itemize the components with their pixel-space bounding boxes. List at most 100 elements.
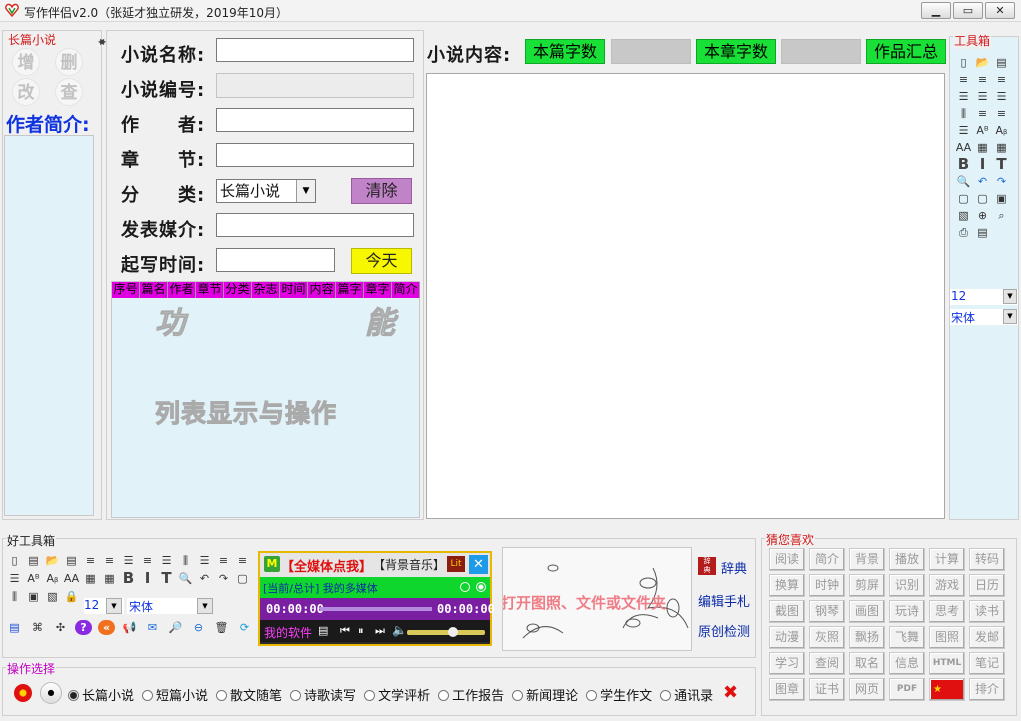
- media-input[interactable]: [216, 213, 414, 237]
- command-icon[interactable]: ⌘: [29, 620, 46, 635]
- bold-icon[interactable]: B: [120, 571, 137, 586]
- guess-item[interactable]: 查阅: [809, 652, 845, 675]
- operation-option[interactable]: 文学评析: [364, 685, 430, 704]
- guess-item[interactable]: 截图: [769, 600, 805, 623]
- text-icon[interactable]: T: [158, 571, 175, 586]
- refresh-icon[interactable]: ⟳: [236, 620, 253, 635]
- total-words-button[interactable]: 本篇字数: [525, 39, 605, 64]
- clear-button[interactable]: 清除: [351, 178, 412, 204]
- radio-icon[interactable]: [586, 690, 598, 701]
- previous-icon[interactable]: ⏮: [340, 624, 350, 638]
- new-file-icon[interactable]: ▯: [6, 553, 23, 568]
- minimize-button[interactable]: ▁: [921, 2, 951, 19]
- save-icon[interactable]: ▤: [993, 55, 1010, 70]
- guess-item[interactable]: 玩诗: [889, 600, 925, 623]
- align-center-icon[interactable]: ≡: [101, 553, 118, 568]
- author-intro-textarea[interactable]: [4, 135, 94, 516]
- guess-item[interactable]: 背景: [849, 548, 885, 571]
- edit-notes-link[interactable]: 编辑手札: [698, 591, 750, 610]
- media-option-selected-icon[interactable]: [476, 582, 486, 592]
- open-folder-icon[interactable]: 📂: [44, 553, 61, 568]
- justify-icon[interactable]: ☰: [955, 89, 972, 104]
- border-icon[interactable]: ▢: [955, 191, 972, 206]
- background-music-button[interactable]: 【背景音乐】: [373, 556, 445, 573]
- chapter-input[interactable]: [216, 143, 414, 167]
- novel-id-input[interactable]: [216, 73, 414, 98]
- guess-item[interactable]: 日历: [969, 574, 1005, 597]
- guess-item[interactable]: 取名: [849, 652, 885, 675]
- floppy-icon[interactable]: ▤: [6, 620, 23, 635]
- color-icon[interactable]: ▦: [101, 571, 118, 586]
- list-icon[interactable]: ☰: [6, 571, 23, 586]
- media-close-icon[interactable]: ✕: [469, 555, 488, 574]
- table-column-header[interactable]: 分类: [224, 282, 252, 298]
- mail-icon[interactable]: ✉: [144, 620, 161, 635]
- search-icon[interactable]: 🔎: [167, 620, 184, 635]
- media-progress-track[interactable]: [320, 607, 432, 611]
- paragraph-icon[interactable]: ≡: [234, 553, 251, 568]
- radio-icon[interactable]: [512, 690, 524, 701]
- subscript-icon[interactable]: Aᵦ: [44, 571, 61, 586]
- radio-icon[interactable]: [216, 690, 228, 701]
- subscript-icon[interactable]: Aᵦ: [993, 123, 1010, 138]
- guess-item[interactable]: 飞舞: [889, 626, 925, 649]
- indent-icon[interactable]: ☰: [158, 553, 175, 568]
- italic-icon[interactable]: I: [974, 157, 991, 172]
- list-icon[interactable]: ☰: [955, 123, 972, 138]
- highlight-icon[interactable]: ▦: [974, 140, 991, 155]
- table-column-header[interactable]: 篇字: [336, 282, 364, 298]
- start-time-input[interactable]: [216, 248, 335, 272]
- guess-item[interactable]: 证书: [809, 678, 845, 701]
- find-icon[interactable]: 🔍: [177, 571, 194, 586]
- note-icon[interactable]: ▧: [955, 208, 972, 223]
- china-flag-icon[interactable]: ★: [929, 678, 965, 701]
- image-preview[interactable]: 打开图照、文件或文件夹: [502, 547, 692, 651]
- delete-button[interactable]: 删: [55, 48, 83, 76]
- zoom-icon[interactable]: ⌕: [993, 208, 1010, 223]
- redo-icon[interactable]: ↷: [215, 571, 232, 586]
- bold-icon[interactable]: B: [955, 157, 972, 172]
- pause-icon[interactable]: ⏸: [358, 624, 364, 638]
- guess-item[interactable]: 识别: [889, 574, 925, 597]
- note-icon[interactable]: ▧: [44, 589, 61, 604]
- guess-item[interactable]: PDF: [889, 678, 925, 701]
- table-column-header[interactable]: 简介: [392, 282, 420, 298]
- align-right-icon[interactable]: ≡: [993, 72, 1010, 87]
- content-textarea[interactable]: [426, 73, 945, 519]
- table-column-header[interactable]: 时间: [280, 282, 308, 298]
- superscript-icon[interactable]: Aᴮ: [25, 571, 42, 586]
- table-column-header[interactable]: 序号: [112, 282, 140, 298]
- volume-handle[interactable]: [448, 627, 458, 637]
- megaphone-icon[interactable]: 📢: [121, 620, 138, 635]
- add-button[interactable]: 增: [12, 48, 40, 76]
- undo-icon[interactable]: ↶: [196, 571, 213, 586]
- operation-option[interactable]: 新闻理论: [512, 685, 578, 704]
- picture-icon[interactable]: ▣: [25, 589, 42, 604]
- minus-icon[interactable]: ⊖: [190, 620, 207, 635]
- lock-icon[interactable]: 🔒: [63, 589, 80, 604]
- picture-icon[interactable]: ▣: [993, 191, 1010, 206]
- operation-option[interactable]: 诗歌读写: [290, 685, 356, 704]
- new-file-icon[interactable]: ▯: [955, 55, 972, 70]
- back-icon[interactable]: «: [98, 620, 115, 635]
- table-column-header[interactable]: 杂志: [252, 282, 280, 298]
- operation-option[interactable]: 学生作文: [586, 685, 652, 704]
- guess-item[interactable]: 阅读: [769, 548, 805, 571]
- table-column-header[interactable]: 作者: [168, 282, 196, 298]
- guess-item[interactable]: 简介: [809, 548, 845, 571]
- trash-icon[interactable]: 🗑: [213, 620, 230, 635]
- font-scale-icon[interactable]: AA: [63, 571, 80, 586]
- guess-item[interactable]: 读书: [969, 600, 1005, 623]
- guess-item[interactable]: HTML: [929, 652, 965, 675]
- color-icon[interactable]: ▦: [993, 140, 1010, 155]
- superscript-icon[interactable]: Aᴮ: [974, 123, 991, 138]
- author-input[interactable]: [216, 108, 414, 132]
- guess-item[interactable]: 计算: [929, 548, 965, 571]
- radio-icon[interactable]: [438, 690, 450, 701]
- exit-x-icon[interactable]: ✖: [723, 682, 738, 703]
- font-name-dropdown-icon[interactable]: ▼: [1003, 309, 1017, 324]
- record-button[interactable]: ●: [40, 682, 62, 704]
- font-size-dropdown-icon[interactable]: ▼: [1003, 289, 1017, 304]
- radio-icon[interactable]: [660, 690, 672, 701]
- table-column-header[interactable]: 章节: [196, 282, 224, 298]
